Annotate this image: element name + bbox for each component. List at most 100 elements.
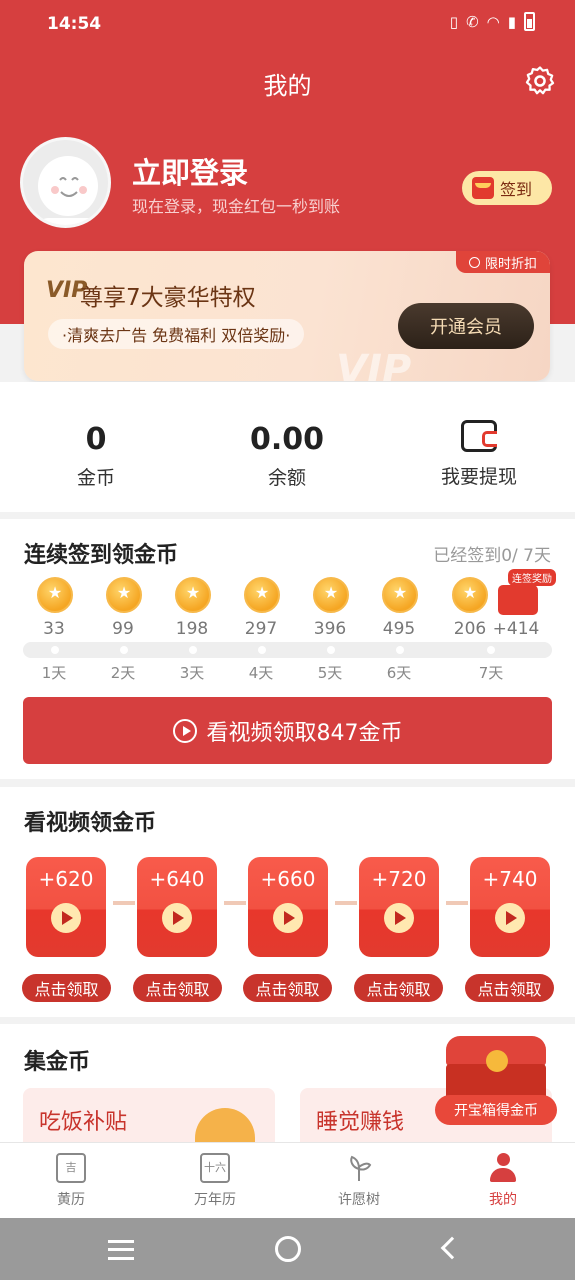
settings-gear-icon[interactable]: [523, 64, 557, 98]
signin-button[interactable]: 签到: [462, 171, 552, 205]
day-dot: [396, 646, 404, 654]
wallet-stats: 0 金币 0.00 余额 我要提现: [0, 382, 575, 512]
status-bar: 14:54 ▯ ✆ ◠ ▮: [0, 0, 575, 48]
vip-headline: 尊享7大豪华特权: [80, 285, 256, 311]
watch-video-claim-label: 看视频领取847金币: [206, 720, 403, 746]
day-coins: 396: [313, 619, 347, 639]
login-subtitle: 现在登录，现金红包一秒到账: [132, 197, 341, 216]
tab-label: 我的: [489, 1192, 517, 1208]
tab-label: 黄历: [57, 1192, 85, 1208]
gift-icon: [498, 585, 538, 615]
tab-wish-tree[interactable]: 许愿树: [314, 1153, 404, 1209]
signin-label: 签到: [500, 180, 533, 199]
day-dot: [51, 646, 59, 654]
battery-icon: [524, 12, 535, 31]
day-dot: [258, 646, 266, 654]
clock-icon: [468, 256, 480, 268]
play-icon: [273, 903, 303, 933]
red-envelope-icon: [472, 177, 494, 199]
video-red-packet[interactable]: +740: [470, 857, 550, 957]
video-red-packet[interactable]: +640: [137, 857, 217, 957]
user-body: [490, 1168, 516, 1182]
bottom-tab-bar: 吉 黄历 十六 万年历 许愿树 我的: [0, 1142, 575, 1218]
avatar[interactable]: [20, 137, 111, 228]
home-icon[interactable]: [275, 1236, 301, 1262]
meal-subsidy-label: 吃饭补贴: [39, 1110, 128, 1135]
vip-banner[interactable]: 限时折扣 VIP 尊享7大豪华特权 ·清爽去广告 免费福利 双倍奖励· 开通会员…: [24, 251, 550, 381]
coins-value: 0: [85, 422, 107, 457]
tab-perpetual-calendar[interactable]: 十六 万年历: [170, 1153, 260, 1209]
discount-tag: 限时折扣: [456, 251, 550, 273]
day-coins: 297: [244, 619, 278, 639]
coin-icon: [244, 577, 280, 613]
coin-icon: [106, 577, 142, 613]
balance-stat[interactable]: 0.00 余额: [227, 422, 347, 490]
day-label: 3天: [179, 664, 205, 682]
wifi-icon: ◠: [486, 12, 500, 31]
packet-amount: +660: [260, 867, 316, 891]
tab-label: 万年历: [194, 1192, 236, 1208]
coins-stat[interactable]: 0 金币: [36, 422, 156, 490]
withdraw-label: 我要提现: [440, 466, 517, 488]
video-red-packet[interactable]: +660: [248, 857, 328, 957]
user-head: [497, 1153, 510, 1166]
menu-icon[interactable]: [108, 1240, 134, 1260]
claim-button[interactable]: 点击领取: [354, 974, 443, 1002]
packet-amount: +620: [38, 867, 94, 891]
system-nav-bar: [0, 1218, 575, 1280]
page-title: 我的: [263, 72, 312, 100]
claim-button[interactable]: 点击领取: [243, 974, 332, 1002]
open-chest-button[interactable]: 开宝箱得金币: [435, 1095, 557, 1125]
calendar-16-icon: 十六: [200, 1153, 230, 1183]
user-icon: [488, 1153, 518, 1183]
packet-amount: +640: [149, 867, 205, 891]
login-title[interactable]: 立即登录: [132, 150, 248, 192]
collect-coins-title: 集金币: [24, 1050, 91, 1075]
tab-almanac[interactable]: 吉 黄历: [26, 1153, 116, 1209]
back-icon[interactable]: [440, 1236, 464, 1260]
discount-tag-label: 限时折扣: [484, 256, 537, 272]
claim-button[interactable]: 点击领取: [22, 974, 111, 1002]
day-label: 2天: [110, 664, 136, 682]
withdraw-stat[interactable]: 我要提现: [419, 420, 539, 489]
claim-button[interactable]: 点击领取: [465, 974, 554, 1002]
day-label: 4天: [248, 664, 274, 682]
open-membership-button[interactable]: 开通会员: [398, 303, 534, 349]
play-icon: [162, 903, 192, 933]
watch-video-claim-button[interactable]: 看视频领取847金币: [23, 697, 552, 764]
vip-perks: ·清爽去广告 免费福利 双倍奖励·: [48, 319, 305, 349]
tab-mine[interactable]: 我的: [458, 1153, 548, 1209]
checkin-progress: 已经签到0/ 7天: [433, 546, 551, 566]
coin-icon: [313, 577, 349, 613]
day-dot: [120, 646, 128, 654]
day-label: 7天: [478, 664, 504, 682]
streak-bonus-coins: +414: [492, 619, 540, 639]
video-red-packet[interactable]: +620: [26, 857, 106, 957]
sleep-earn-label: 睡觉赚钱: [316, 1110, 405, 1135]
video-red-packet[interactable]: +720: [359, 857, 439, 957]
signal-icon: ▮: [507, 12, 516, 31]
claim-button[interactable]: 点击领取: [133, 974, 222, 1002]
wallet-icon: [461, 420, 497, 452]
day-coins: 495: [382, 619, 416, 639]
vip-watermark: VIP: [336, 347, 412, 381]
day-coins: 198: [175, 619, 209, 639]
chest-coin: [486, 1050, 508, 1072]
call-icon: ✆: [466, 12, 479, 31]
day-label: 1天: [41, 664, 67, 682]
day-coins: 33: [43, 619, 65, 639]
treasure-chest-icon[interactable]: [430, 1030, 560, 1100]
status-time: 14:54: [47, 14, 102, 34]
checkin-track: [23, 642, 552, 658]
checkin-card: 连续签到领金币 已经签到0/ 7天 连签奖励 33 99 198 297 396…: [0, 519, 575, 779]
play-icon: [495, 903, 525, 933]
video-rewards-title: 看视频领金币: [24, 811, 157, 836]
day-label: 5天: [317, 664, 343, 682]
day-dot: [327, 646, 335, 654]
coin-icon: [452, 577, 488, 613]
play-icon: [51, 903, 81, 933]
video-rewards-card: 看视频领金币 +620 +640 +660 +720 +740 点击领取 点击领…: [0, 787, 575, 1017]
connector: [446, 901, 468, 905]
packet-amount: +740: [482, 867, 538, 891]
day-dot: [487, 646, 495, 654]
